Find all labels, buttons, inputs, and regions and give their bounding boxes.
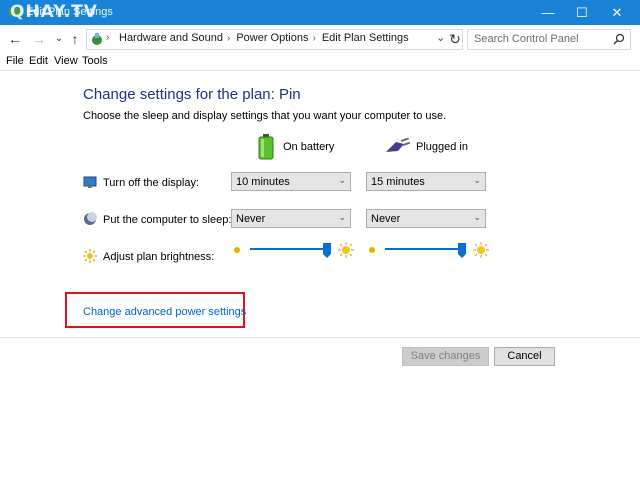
- chevron-down-icon: ⌄: [473, 212, 481, 222]
- chevron-down-icon: ⌄: [473, 175, 481, 185]
- page-title: Change settings for the plan: Pin: [83, 86, 301, 103]
- brightness-label: Adjust plan brightness:: [103, 251, 215, 263]
- menu-edit[interactable]: Edit: [29, 55, 48, 67]
- low-brightness-icon: [234, 247, 240, 253]
- search-input[interactable]: Search Control Panel: [467, 29, 631, 50]
- display-timeout-plugged-value: 15 minutes: [371, 176, 425, 188]
- display-icon: [83, 176, 97, 188]
- high-brightness-icon: [342, 246, 350, 254]
- search-icon[interactable]: [613, 33, 625, 45]
- up-button[interactable]: ↑: [66, 30, 84, 48]
- brightness-sun-icon: [83, 249, 97, 263]
- display-timeout-plugged-select[interactable]: 15 minutes ⌄: [366, 172, 486, 191]
- sleep-timeout-battery-value: Never: [236, 213, 266, 225]
- chevron-down-icon: ⌄: [338, 175, 346, 185]
- menu-file[interactable]: File: [6, 55, 24, 67]
- high-brightness-icon: [477, 246, 485, 254]
- page-subtitle: Choose the sleep and display settings th…: [83, 110, 447, 122]
- breadcrumb-power-options[interactable]: Power Options: [236, 32, 308, 44]
- menu-view[interactable]: View: [54, 55, 78, 67]
- address-dropdown-chevron-icon[interactable]: ⌄: [436, 31, 445, 44]
- battery-icon: [258, 134, 274, 160]
- address-field[interactable]: › Hardware and Sound › Power Options › Edit …: [86, 29, 463, 50]
- display-timeout-label: Turn off the display:: [103, 177, 199, 189]
- sleep-timeout-plugged-select[interactable]: Never ⌄: [366, 209, 486, 228]
- forward-button[interactable]: →: [30, 30, 48, 48]
- watermark-logo: QHAY.TV: [10, 2, 98, 22]
- brightness-battery-slider[interactable]: [231, 240, 381, 260]
- column-on-battery: On battery: [283, 141, 335, 153]
- back-button[interactable]: ←: [6, 30, 24, 48]
- breadcrumb-edit-plan-settings[interactable]: Edit Plan Settings: [322, 32, 409, 44]
- close-button[interactable]: ✕: [594, 0, 640, 25]
- brightness-slider-graphic: [369, 242, 489, 258]
- search-placeholder: Search Control Panel: [474, 33, 579, 45]
- breadcrumb-separator[interactable]: ›: [312, 33, 315, 44]
- slider-thumb[interactable]: [458, 243, 466, 258]
- title-bar: Edit Plan Settings QHAY.TV — ☐ ✕: [0, 0, 640, 25]
- power-plug-icon: [386, 138, 410, 152]
- brightness-plugged-slider[interactable]: [366, 240, 516, 260]
- column-plugged-in: Plugged in: [416, 141, 468, 153]
- cancel-button[interactable]: Cancel: [494, 347, 555, 366]
- breadcrumb: Hardware and Sound › Power Options › Edit Pl…: [119, 32, 413, 44]
- menu-bar: File Edit View Tools: [0, 52, 640, 71]
- sleep-moon-icon: [84, 212, 97, 225]
- slider-thumb[interactable]: [323, 243, 331, 258]
- menu-tools[interactable]: Tools: [82, 55, 108, 67]
- refresh-button[interactable]: ↻: [446, 30, 464, 48]
- sleep-timeout-label: Put the computer to sleep:: [103, 214, 232, 226]
- divider: [0, 337, 640, 338]
- breadcrumb-separator[interactable]: ›: [227, 33, 230, 44]
- sleep-timeout-battery-select[interactable]: Never ⌄: [231, 209, 351, 228]
- chevron-down-icon: ⌄: [338, 212, 346, 222]
- display-timeout-battery-select[interactable]: 10 minutes ⌄: [231, 172, 351, 191]
- brightness-slider-graphic: [234, 242, 354, 258]
- breadcrumb-hardware-and-sound[interactable]: Hardware and Sound: [119, 32, 223, 44]
- sleep-timeout-plugged-value: Never: [371, 213, 401, 225]
- control-panel-icon: [92, 33, 102, 45]
- save-changes-button[interactable]: Save changes: [402, 347, 489, 366]
- breadcrumb-root-separator[interactable]: ›: [106, 32, 109, 43]
- display-timeout-battery-value: 10 minutes: [236, 176, 290, 188]
- advanced-power-settings-link[interactable]: Change advanced power settings: [83, 306, 246, 318]
- low-brightness-icon: [369, 247, 375, 253]
